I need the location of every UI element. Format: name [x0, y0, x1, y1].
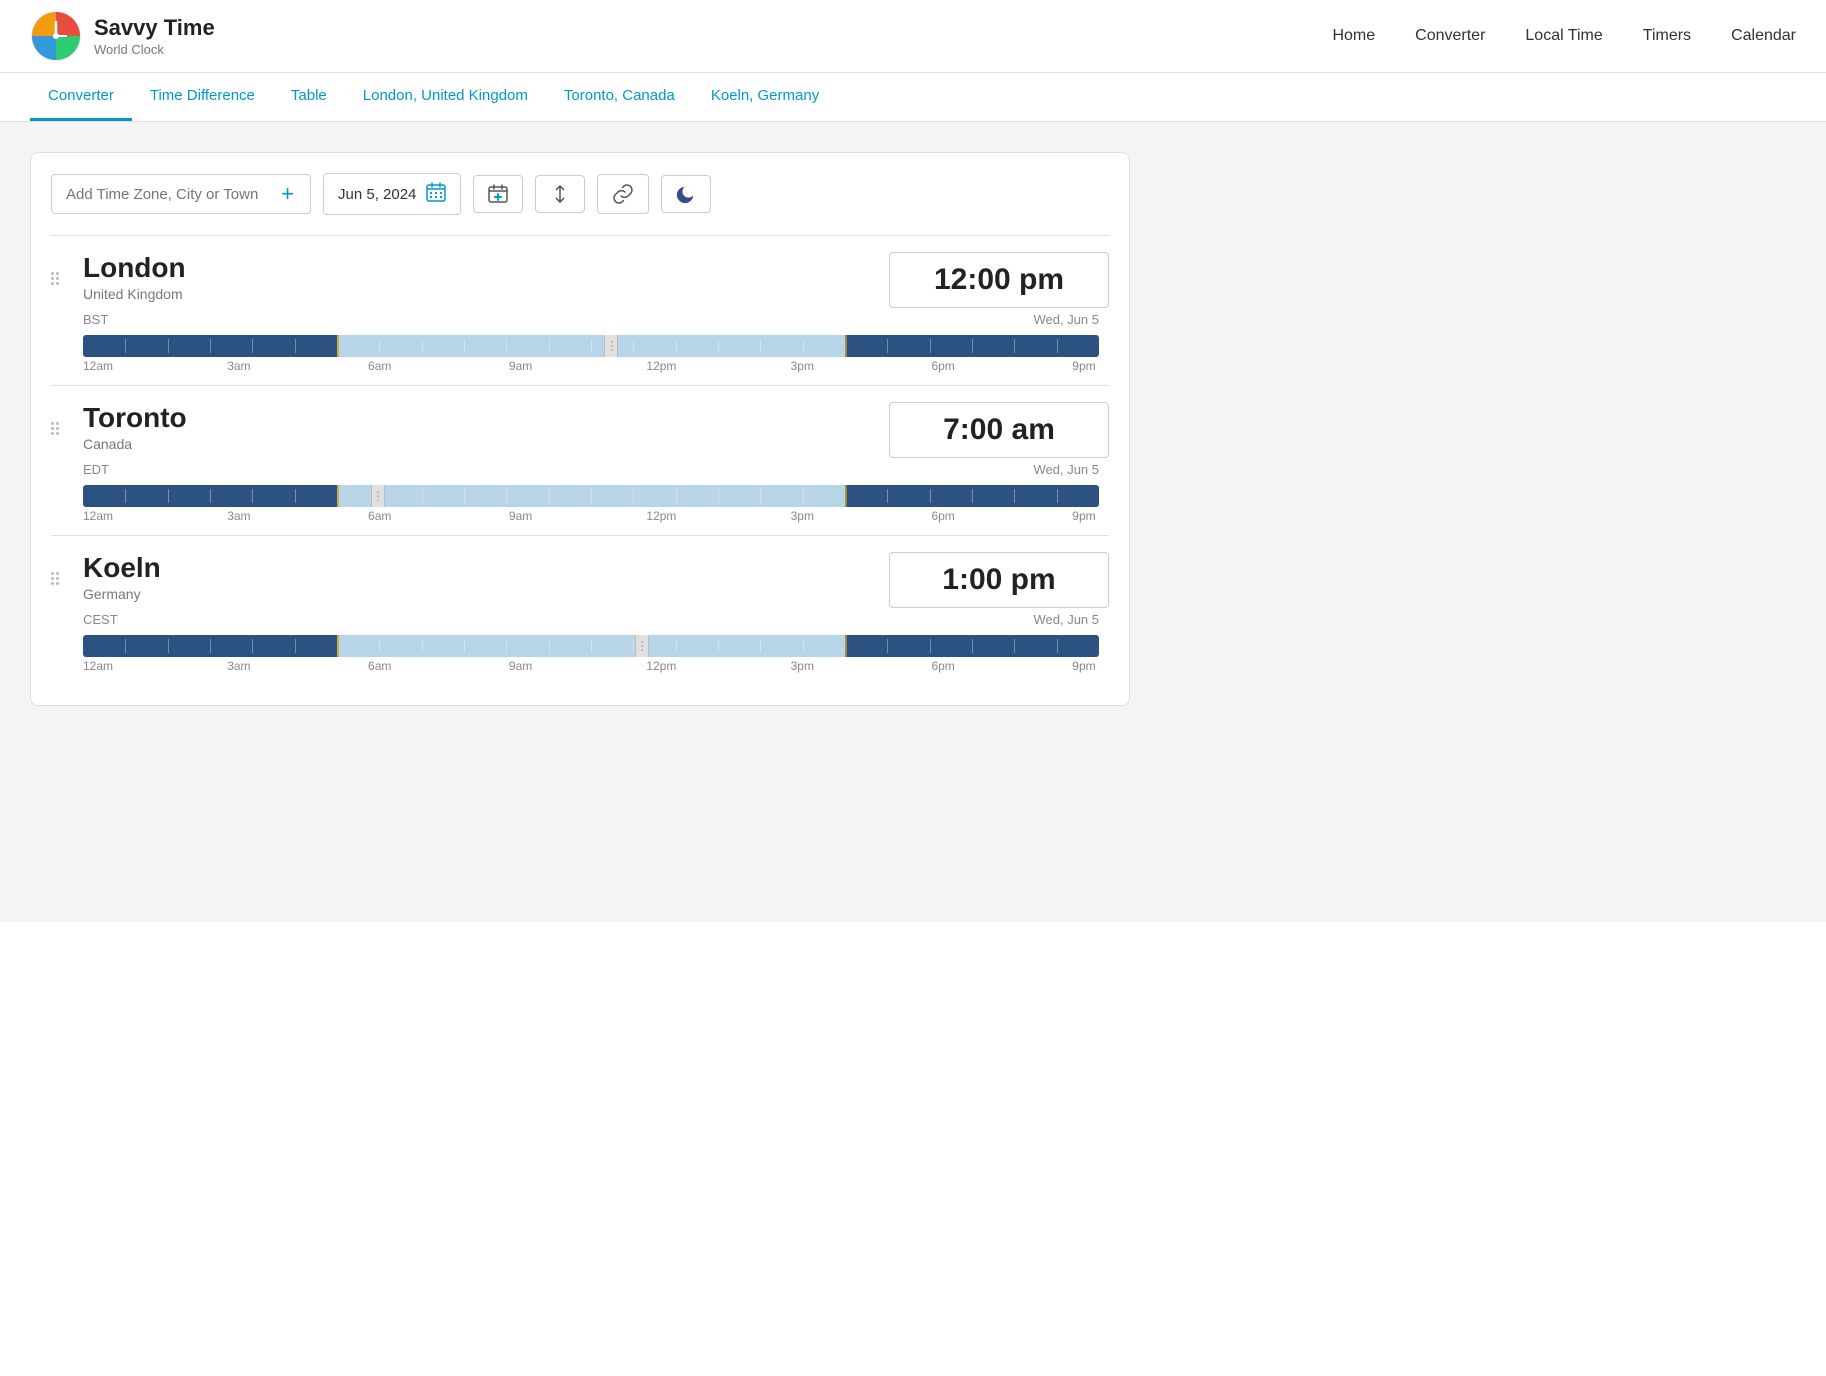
city-tz-row: BST Wed, Jun 5 — [73, 312, 1109, 327]
city-date: Wed, Jun 5 — [1033, 462, 1099, 477]
timeline-labels: 12am 3am 6am 9am 12pm 3pm 6pm 9pm — [83, 509, 1099, 523]
city-row: London United Kingdom 12:00 pm BST Wed, … — [51, 235, 1109, 385]
city-top: Toronto Canada 7:00 am — [73, 402, 1109, 458]
city-time: 1:00 pm — [942, 563, 1055, 596]
timeline-container: 12am 3am 6am 9am 12pm 3pm 6pm 9pm — [73, 335, 1109, 373]
logo-text: Savvy Time World Clock — [94, 15, 215, 56]
city-tz: BST — [83, 312, 108, 327]
logo-area: Savvy Time World Clock — [30, 10, 215, 62]
city-time-box[interactable]: 7:00 am — [889, 402, 1109, 458]
city-row: Toronto Canada 7:00 am EDT Wed, Jun 5 — [51, 385, 1109, 535]
cities-container: London United Kingdom 12:00 pm BST Wed, … — [51, 235, 1109, 685]
moon-icon — [676, 184, 696, 204]
city-date: Wed, Jun 5 — [1033, 312, 1099, 327]
drag-handle[interactable] — [51, 552, 65, 585]
nav-calendar[interactable]: Calendar — [1731, 27, 1796, 45]
toolbar: + Jun 5, 2024 — [51, 173, 1109, 215]
subnav-converter[interactable]: Converter — [30, 73, 132, 121]
city-date: Wed, Jun 5 — [1033, 612, 1099, 627]
nav-timers[interactable]: Timers — [1643, 27, 1691, 45]
timeline-labels: 12am 3am 6am 9am 12pm 3pm 6pm 9pm — [83, 659, 1099, 673]
city-time-box[interactable]: 12:00 pm — [889, 252, 1109, 308]
subnav-toronto[interactable]: Toronto, Canada — [546, 73, 693, 121]
city-name: Toronto — [83, 402, 187, 434]
city-tz: CEST — [83, 612, 118, 627]
link-icon — [612, 183, 634, 205]
subnav-koeln[interactable]: Koeln, Germany — [693, 73, 837, 121]
nav-local-time[interactable]: Local Time — [1525, 27, 1602, 45]
calendar-grid-icon[interactable] — [426, 182, 446, 206]
city-top: Koeln Germany 1:00 pm — [73, 552, 1109, 608]
header: Savvy Time World Clock Home Converter Lo… — [0, 0, 1826, 73]
sort-button[interactable] — [535, 175, 585, 213]
date-value: Jun 5, 2024 — [338, 186, 416, 203]
city-info: Koeln Germany — [73, 552, 161, 602]
timezone-search-container: + — [51, 174, 311, 214]
city-country: United Kingdom — [83, 286, 186, 302]
timeline-slider-handle[interactable] — [604, 335, 618, 357]
city-time-box[interactable]: 1:00 pm — [889, 552, 1109, 608]
city-row: Koeln Germany 1:00 pm CEST Wed, Jun 5 — [51, 535, 1109, 685]
drag-handle[interactable] — [51, 252, 65, 285]
subnav-time-difference[interactable]: Time Difference — [132, 73, 273, 121]
converter-card: + Jun 5, 2024 — [30, 152, 1130, 706]
link-button[interactable] — [597, 174, 649, 214]
site-subtitle: World Clock — [94, 42, 215, 57]
nav-converter[interactable]: Converter — [1415, 27, 1485, 45]
city-info: Toronto Canada — [73, 402, 187, 452]
city-name: Koeln — [83, 552, 161, 584]
add-event-button[interactable] — [473, 175, 523, 213]
sub-nav: Converter Time Difference Table London, … — [0, 73, 1826, 122]
add-timezone-button[interactable]: + — [279, 183, 296, 205]
content-area: + Jun 5, 2024 — [0, 122, 1826, 922]
timeline-container: 12am 3am 6am 9am 12pm 3pm 6pm 9pm — [73, 635, 1109, 673]
subnav-table[interactable]: Table — [273, 73, 345, 121]
city-top: London United Kingdom 12:00 pm — [73, 252, 1109, 308]
subnav-london[interactable]: London, United Kingdom — [345, 73, 546, 121]
timeline-bar[interactable] — [83, 335, 1099, 357]
nav-home[interactable]: Home — [1332, 27, 1375, 45]
timeline-labels: 12am 3am 6am 9am 12pm 3pm 6pm 9pm — [83, 359, 1099, 373]
city-country: Canada — [83, 436, 187, 452]
logo-icon — [30, 10, 82, 62]
city-time: 12:00 pm — [934, 263, 1064, 296]
timeline-bar[interactable] — [83, 485, 1099, 507]
city-name: London — [83, 252, 186, 284]
city-time: 7:00 am — [943, 413, 1055, 446]
city-info: London United Kingdom — [73, 252, 186, 302]
dark-mode-button[interactable] — [661, 175, 711, 213]
city-country: Germany — [83, 586, 161, 602]
site-title: Savvy Time — [94, 15, 215, 41]
sort-icon — [550, 184, 570, 204]
timeline-slider-handle[interactable] — [371, 485, 385, 507]
timeline-bar[interactable] — [83, 635, 1099, 657]
timeline-container: 12am 3am 6am 9am 12pm 3pm 6pm 9pm — [73, 485, 1109, 523]
drag-handle[interactable] — [51, 402, 65, 435]
timezone-search-input[interactable] — [66, 186, 269, 203]
date-picker-container: Jun 5, 2024 — [323, 173, 461, 215]
city-tz-row: CEST Wed, Jun 5 — [73, 612, 1109, 627]
timeline-slider-handle[interactable] — [635, 635, 649, 657]
add-calendar-icon — [488, 184, 508, 204]
main-nav: Home Converter Local Time Timers Calenda… — [1332, 27, 1796, 45]
city-tz-row: EDT Wed, Jun 5 — [73, 462, 1109, 477]
city-tz: EDT — [83, 462, 109, 477]
